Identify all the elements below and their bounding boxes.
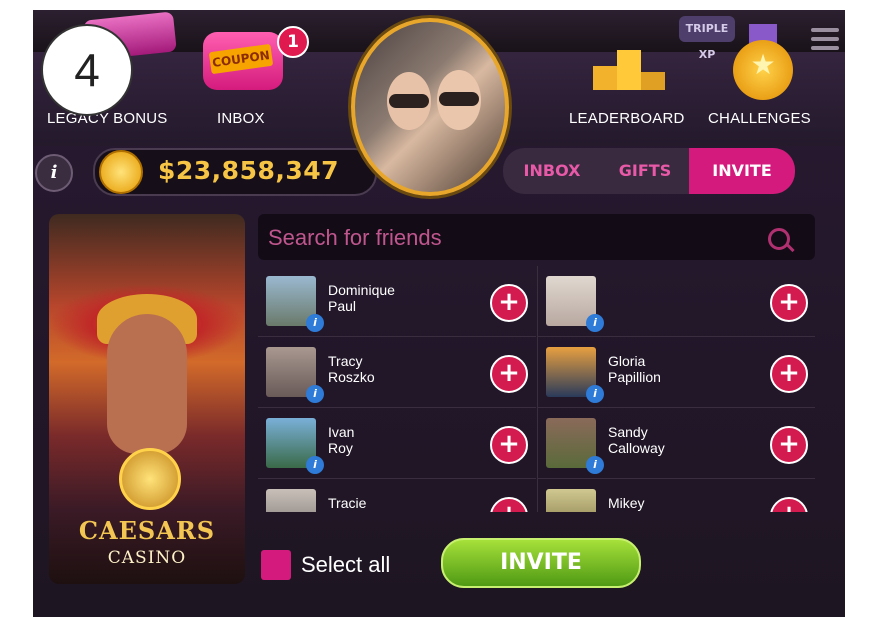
info-badge-icon: i xyxy=(586,456,604,474)
triple-xp-badge[interactable]: TRIPLE XP xyxy=(679,16,735,61)
info-badge-icon: i xyxy=(586,314,604,332)
add-friend-button[interactable]: + xyxy=(770,355,808,393)
invite-button[interactable]: INVITE xyxy=(441,538,641,588)
friend-name: Gloria Papillion xyxy=(608,353,661,385)
tab-invite[interactable]: INVITE xyxy=(689,148,795,194)
promo-banner[interactable]: CAESARS CASINO xyxy=(49,214,245,584)
menu-icon[interactable] xyxy=(811,28,839,50)
friend-photo xyxy=(266,489,316,512)
friend-name: Mikey xyxy=(608,495,645,511)
friend-photo xyxy=(546,489,596,512)
friend-item[interactable]: Tracie + xyxy=(258,479,536,512)
friend-item[interactable]: i Ivan Roy + xyxy=(258,408,536,479)
add-friend-button[interactable]: + xyxy=(490,355,528,393)
nav-inbox[interactable]: INBOX xyxy=(217,110,265,127)
add-friend-button[interactable]: + xyxy=(770,426,808,464)
info-badge-icon: i xyxy=(586,385,604,403)
grid-divider xyxy=(537,266,538,512)
add-friend-button[interactable]: + xyxy=(490,284,528,322)
friend-name: Dominique Paul xyxy=(328,282,395,314)
friend-item[interactable]: i Gloria Papillion + xyxy=(538,337,815,408)
search-input[interactable] xyxy=(266,214,750,262)
inbox-count-badge: 1 xyxy=(277,26,309,58)
info-badge-icon: i xyxy=(306,385,324,403)
friend-name: Tracy Roszko xyxy=(328,353,375,385)
add-friend-button[interactable]: + xyxy=(490,426,528,464)
select-all-label[interactable]: Select all xyxy=(301,550,390,580)
friend-item[interactable]: i Sandy Calloway + xyxy=(538,408,815,479)
game-window: COUPON 1 TRIPLE XP ★ LEGACY BONUS INBOX … xyxy=(33,10,845,617)
nav-leaderboard[interactable]: LEADERBOARD xyxy=(569,110,685,127)
select-all-checkbox[interactable] xyxy=(261,550,291,580)
friend-item[interactable]: i + xyxy=(538,266,815,337)
info-badge-icon: i xyxy=(306,314,324,332)
friend-name: Tracie xyxy=(328,495,367,511)
info-icon[interactable]: i xyxy=(35,154,73,192)
step-number-badge: 4 xyxy=(41,24,133,116)
laurel-medallion-icon xyxy=(119,448,181,510)
add-friend-button[interactable]: + xyxy=(490,497,528,512)
promo-brand: CAESARS xyxy=(78,516,216,545)
friend-name: Sandy Calloway xyxy=(608,424,665,456)
avatar[interactable] xyxy=(351,18,509,196)
promo-subtitle: CASINO xyxy=(107,548,187,568)
balance-amount: $23,858,347 xyxy=(158,156,340,185)
tab-inbox[interactable]: INBOX xyxy=(503,148,601,194)
coin-icon xyxy=(99,150,143,194)
tab-bar: INBOX GIFTS INVITE xyxy=(503,148,795,194)
add-friend-button[interactable]: + xyxy=(770,497,808,512)
friend-item[interactable]: i Dominique Paul + xyxy=(258,266,536,337)
info-badge-icon: i xyxy=(306,456,324,474)
tab-gifts[interactable]: GIFTS xyxy=(601,148,689,194)
friend-item[interactable]: Mikey + xyxy=(538,479,815,512)
friend-name: Ivan Roy xyxy=(328,424,355,456)
leaderboard-icon[interactable] xyxy=(591,50,667,102)
star-icon: ★ xyxy=(750,48,776,81)
friend-item[interactable]: i Tracy Roszko + xyxy=(258,337,536,408)
search-bar xyxy=(258,214,815,262)
add-friend-button[interactable]: + xyxy=(770,284,808,322)
nav-challenges[interactable]: CHALLENGES xyxy=(708,110,811,127)
nav-legacy-bonus[interactable]: LEGACY BONUS xyxy=(47,110,168,127)
